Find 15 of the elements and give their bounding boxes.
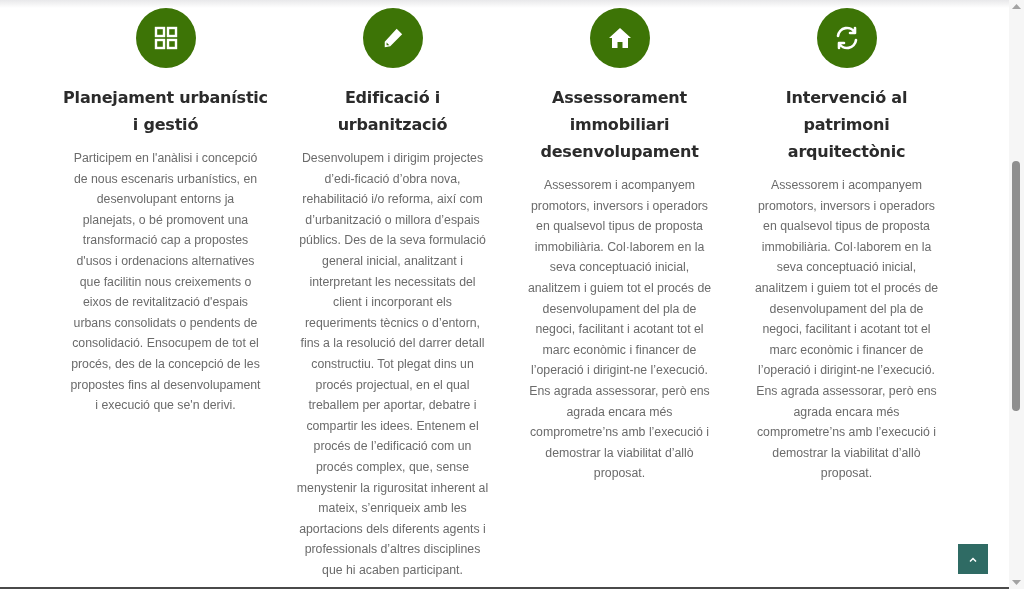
scroll-to-top-button[interactable] [958,544,988,574]
home-icon [607,27,632,49]
service-description: Assessorem i acompanyem promotors, inversors i operadors en qualsevol tipus de proposta immobiliària. Col·laborem en la seva conceptuació inicial, analitzem i guiem tot el procés de desenvolupament del pla de negoci, facilitant i acotant tot el marc econòmic i financer de l’operació i dirigint-ne l’execució. Ens agrada assessorar, però ens agrada encara més comprometre’ns amb l’execució i demostrar la viabilitat d’allò proposat. [526,177,713,483]
service-description: Assessorem i acompanyem promotors, inversors i operadors en qualsevol tipus de proposta immobiliària. Col·laborem en la seva conceptuació inicial, analitzem i guiem tot el procés de desenvolupament del pla de negoci, facilitant i acotant tot el marc econòmic i financer de l’operació i dirigint-ne l’execució. Ens agrada assessorar, però ens agrada encara més comprometre’ns amb l’execució i demostrar la viabilitat d’allò proposat. [753,177,940,483]
scrollbar-thumb[interactable] [1012,161,1020,411]
service-description: Desenvolupem i dirigim projectes d’edi-ficació d’obra nova, rehabilitació i/o reforma, així com d’urbanització o millora d’espais públics. Des de la seva formulació general inicial, analitzant i interpretant les necessitats del client i incorporant els requeriments tècnics o d’entorn, fins a la resolució del darrer detall constructiu. Tot plegat dins un procés projectual, en el qual treballem per aportar, debatre i compartir les idees. Entenem el procés de l’edificació com un procés complex, que, sense menystenir la rigurositat inherent al mateix, s’enriqueix amb les aportacions dels diferents agents i professionals d’altres disciplines que hi acaben participant. [296,150,489,579]
caret-up-icon [969,556,977,562]
service-title: Assessorament immobiliari desenvolupament [539,87,700,163]
service-title: Intervenció al patrimoni arquitectònic [784,87,909,163]
grid-icon [153,26,178,50]
service-title: Planejament urbanístic i gestió [63,87,268,136]
service-title: Edificació i urbanització [336,87,449,136]
service-description: Participem en l'anàlisi i concepció de nous escenaris urbanístics, en desenvolupant entorns ja planejats, o bé promovent una transformació cap a propostes d'usos i ordenacions alternatives que facilitin nous creixements o eixos de revitalització d'espais urbans consolidats o pendents de consolidació. Ensocupem de tot el procés, des de la concepció de les propostes fins al desenvolupament i execució que se'n derivi. [69,150,262,415]
scroll-up-arrow-icon[interactable] [1012,4,1021,9]
scroll-down-arrow-icon[interactable] [1012,580,1021,585]
